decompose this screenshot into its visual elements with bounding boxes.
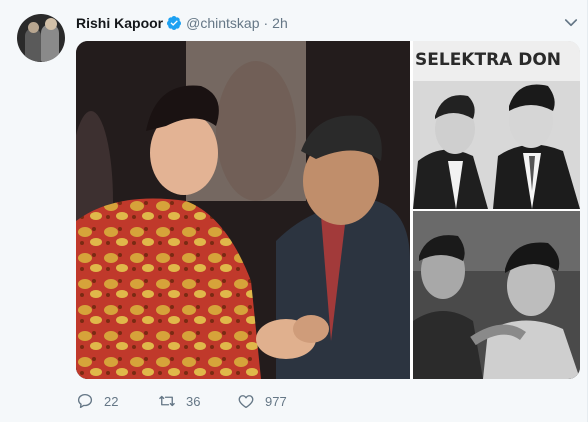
reply-icon [77,393,93,409]
retweet-count: 36 [186,393,201,409]
top-right-photo-art: SELEKTRA DON [413,41,580,209]
chevron-down-icon[interactable] [562,14,580,32]
reply-count: 22 [104,393,119,409]
tweet-actions: 22 36 977 [76,388,317,414]
like-button[interactable]: 977 [237,392,317,410]
avatar-head-left [28,22,39,33]
avatar-head-right [45,18,57,30]
bottom-right-photo-art [413,211,580,379]
avatar[interactable] [17,14,65,62]
tweet-card[interactable]: Rishi Kapoor @chintskap · 2h SELEKTRA DO… [0,0,588,422]
verified-badge-icon [167,16,182,30]
main-photo[interactable] [76,41,410,379]
retweet-button[interactable]: 36 [158,392,237,410]
user-handle[interactable]: @chintskap [186,15,259,31]
reply-button[interactable]: 22 [76,392,158,410]
main-photo-art [76,41,410,379]
retweet-icon [159,395,175,407]
heart-icon [238,395,254,409]
tweet-header: Rishi Kapoor @chintskap · 2h [76,13,288,33]
timestamp[interactable]: 2h [272,15,288,31]
top-right-photo[interactable]: SELEKTRA DON [413,41,580,209]
separator-dot: · [263,15,269,31]
bottom-right-photo[interactable] [413,211,580,379]
banner-text: SELEKTRA DON [415,50,561,70]
media-grid: SELEKTRA DON [76,41,580,379]
like-count: 977 [265,393,287,409]
avatar-figure-left [25,28,41,62]
display-name[interactable]: Rishi Kapoor [76,15,163,31]
